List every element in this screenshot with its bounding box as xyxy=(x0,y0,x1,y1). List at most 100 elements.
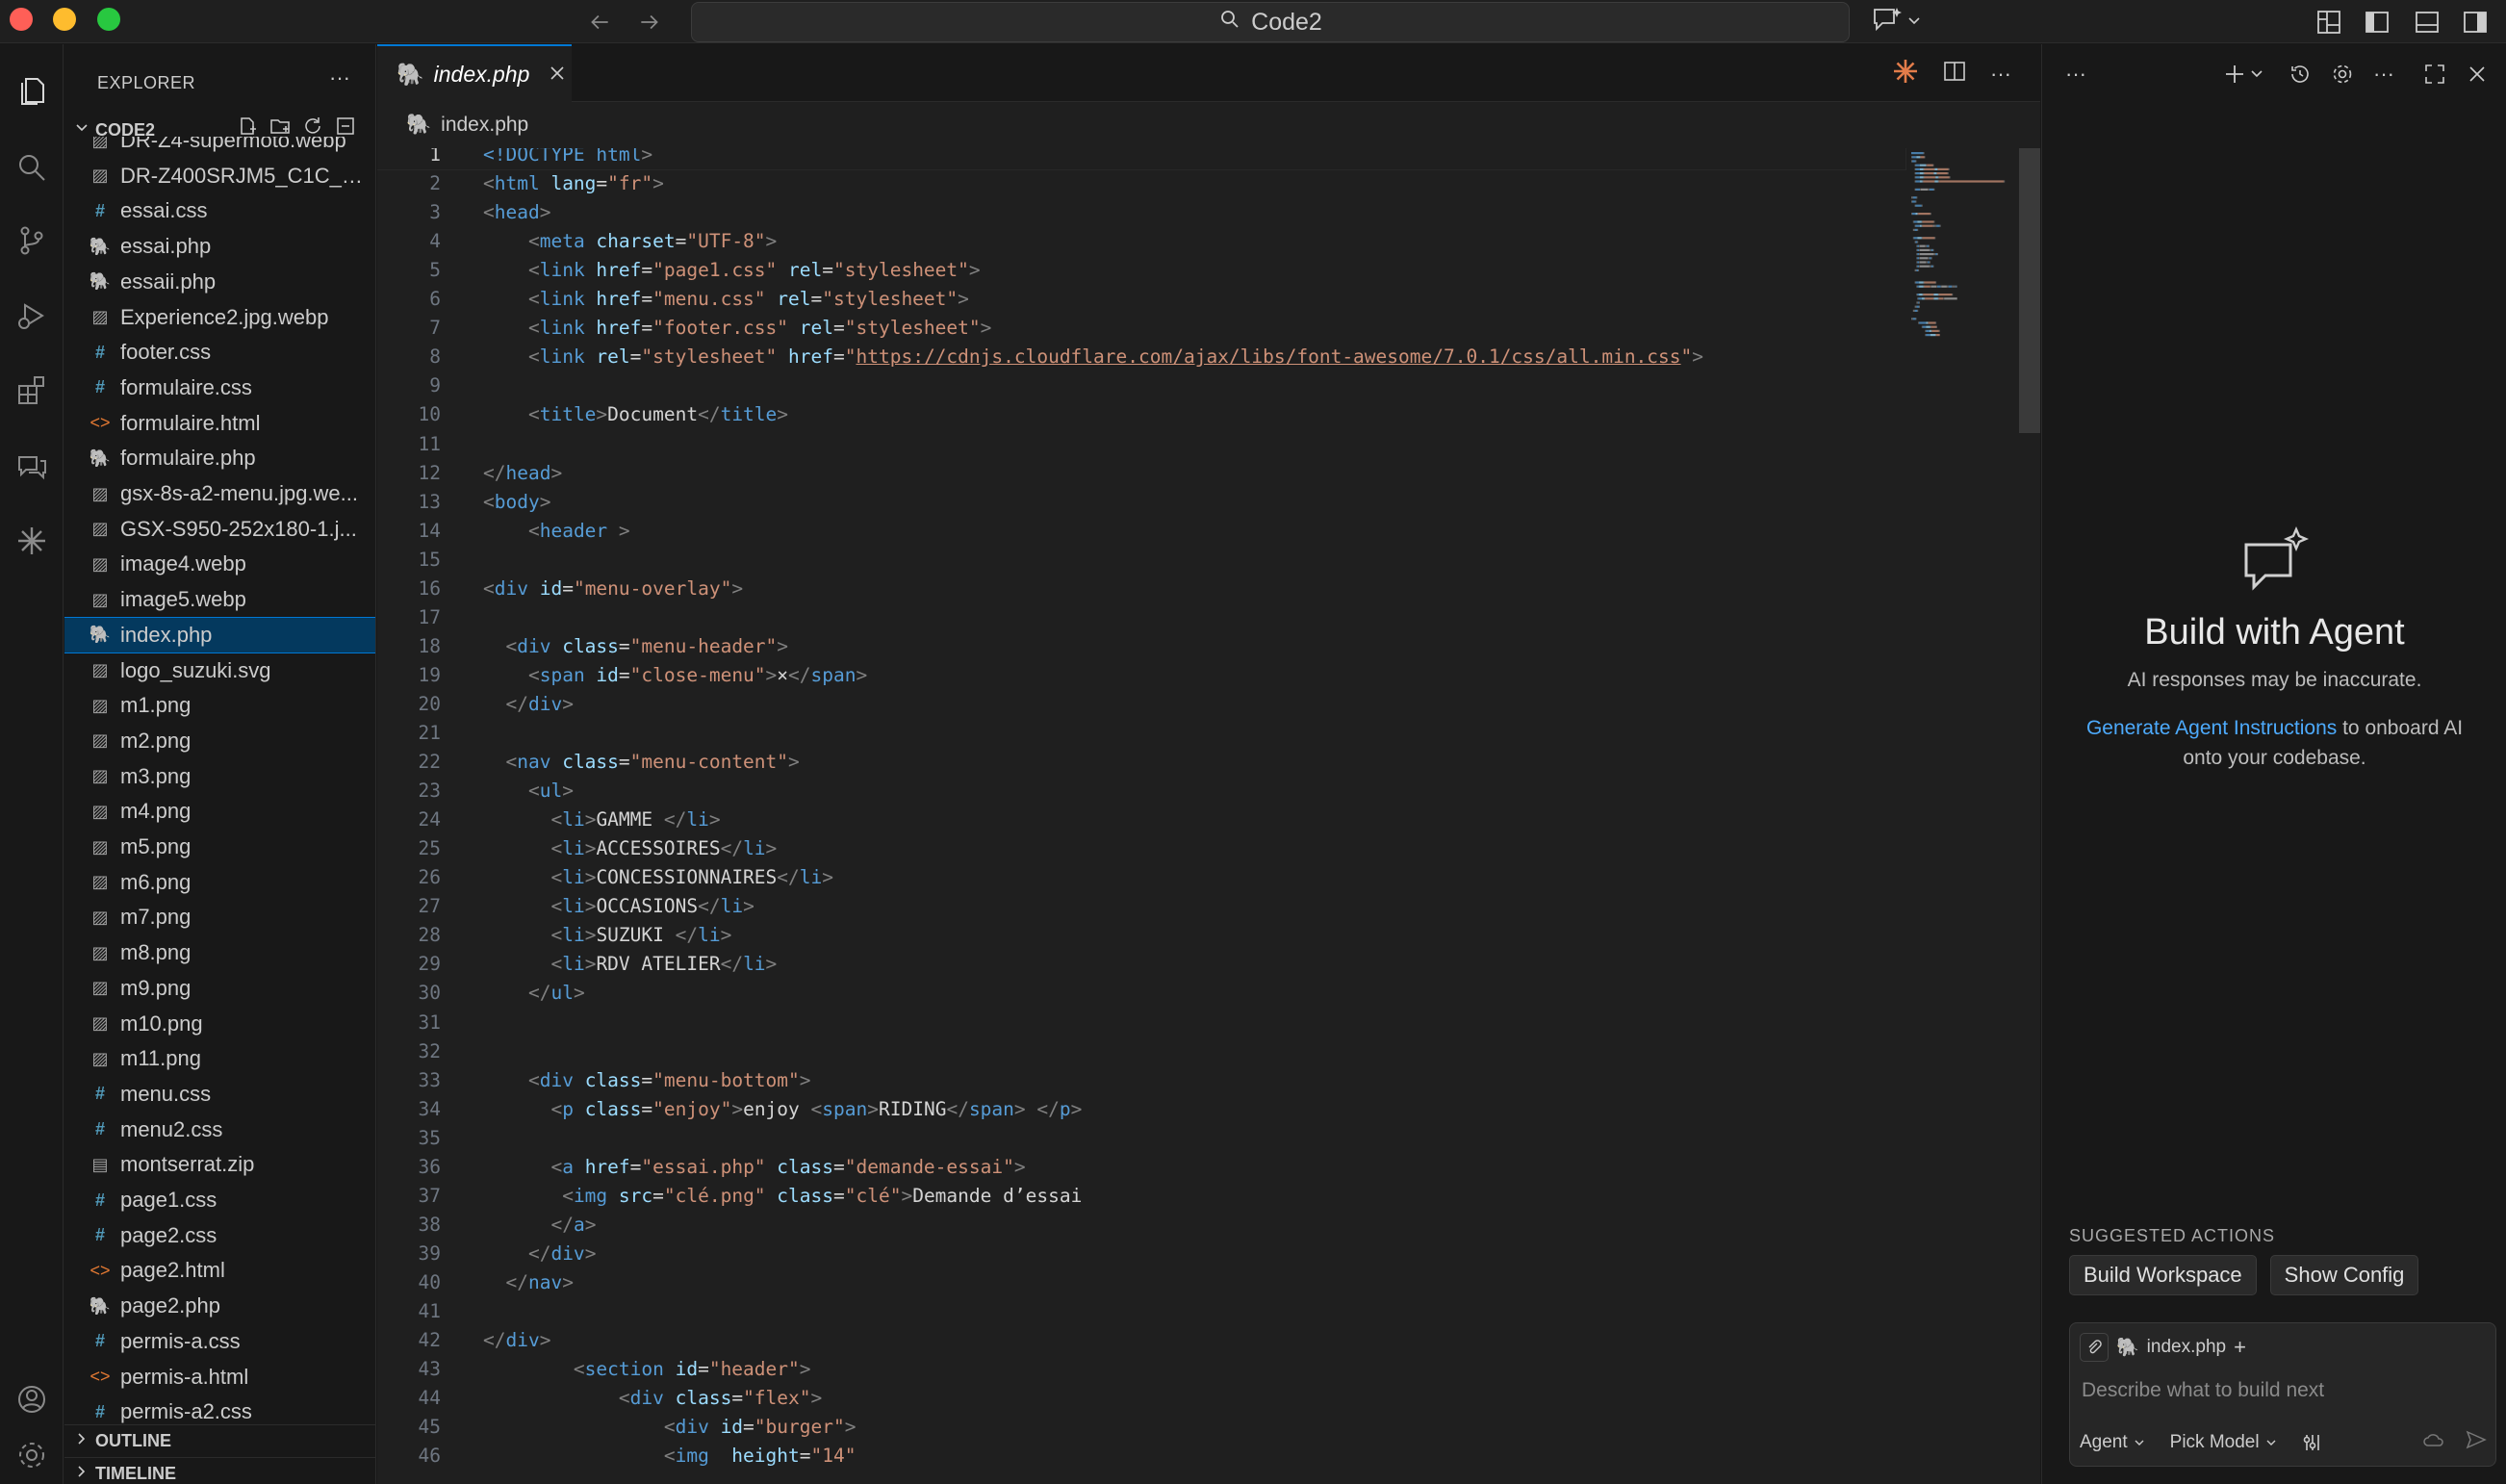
file-item[interactable]: # page1.css xyxy=(64,1183,375,1217)
file-item[interactable]: ▨ m7.png xyxy=(64,900,375,934)
file-item[interactable]: ▨ gsx-8s-a2-menu.jpg.we... xyxy=(64,476,375,511)
code-line[interactable]: 1 <!DOCTYPE html> xyxy=(377,148,1906,170)
more-actions-icon[interactable]: ··· xyxy=(2373,60,2394,89)
code-line[interactable]: 9 xyxy=(377,371,1905,400)
code-line[interactable]: 28 <li>SUZUKI </li> xyxy=(377,921,1905,950)
file-item[interactable]: ▤ montserrat.zip xyxy=(64,1147,375,1182)
code-line[interactable]: 17 xyxy=(377,603,1905,632)
timeline-section-header[interactable]: TIMELINE xyxy=(64,1457,375,1484)
file-item[interactable]: <> page2.html xyxy=(64,1253,375,1288)
accounts-icon[interactable] xyxy=(9,1376,55,1422)
file-item[interactable]: ▨ m11.png xyxy=(64,1041,375,1076)
more-actions-icon[interactable]: ··· xyxy=(2065,60,2086,89)
file-item[interactable]: <> formulaire.html xyxy=(64,406,375,441)
code-line[interactable]: 26 <li>CONCESSIONNAIRES</li> xyxy=(377,863,1905,892)
context-file-chip[interactable]: 🐘 index.php + xyxy=(2116,1333,2246,1362)
claude-sparkle-icon[interactable] xyxy=(1892,58,1919,90)
claude-sparkle-icon[interactable] xyxy=(9,518,55,564)
code-line[interactable]: 34 <p class="enjoy">enjoy <span>RIDING</… xyxy=(377,1095,1905,1124)
tab-index-php[interactable]: 🐘 index.php xyxy=(377,44,572,103)
back-arrow-icon[interactable] xyxy=(583,6,616,38)
file-item[interactable]: ▨ m8.png xyxy=(64,935,375,970)
code-line[interactable]: 22 <nav class="menu-content"> xyxy=(377,748,1905,777)
gear-icon[interactable] xyxy=(9,1432,55,1478)
code-line[interactable]: 42 </div> xyxy=(377,1326,1905,1355)
maximize-icon[interactable] xyxy=(2423,60,2446,89)
window-minimize-button[interactable] xyxy=(53,8,76,31)
file-item[interactable]: # page2.css xyxy=(64,1218,375,1253)
code-line[interactable]: 25 <li>ACCESSOIRES</li> xyxy=(377,834,1905,863)
code-line[interactable]: 2 <html lang="fr"> xyxy=(377,169,1905,198)
code-line[interactable]: 16 <div id="menu-overlay"> xyxy=(377,575,1905,603)
file-item[interactable]: 🐘 essaii.php xyxy=(64,265,375,299)
close-icon[interactable] xyxy=(2468,60,2487,89)
code-line[interactable]: 7 <link href="footer.css" rel="styleshee… xyxy=(377,314,1905,343)
window-close-button[interactable] xyxy=(10,8,33,31)
code-line[interactable]: 41 xyxy=(377,1297,1905,1326)
code-line[interactable]: 11 xyxy=(377,430,1905,459)
code-line[interactable]: 19 <span id="close-menu">×</span> xyxy=(377,661,1905,690)
code-line[interactable]: 43 <section id="header"> xyxy=(377,1355,1905,1384)
file-item[interactable]: ▨ logo_suzuki.svg xyxy=(64,653,375,688)
file-item[interactable]: # essai.css xyxy=(64,193,375,228)
file-item[interactable]: ▨ m4.png xyxy=(64,794,375,829)
extensions-icon[interactable] xyxy=(9,368,55,414)
minimap[interactable] xyxy=(1907,148,2015,495)
code-line[interactable]: 40 </nav> xyxy=(377,1268,1905,1297)
file-item[interactable]: ▨ m2.png xyxy=(64,724,375,758)
file-item[interactable]: # menu.css xyxy=(64,1077,375,1112)
file-item[interactable]: <> permis-a.html xyxy=(64,1360,375,1394)
code-line[interactable]: 20 </div> xyxy=(377,690,1905,719)
code-line[interactable]: 36 <a href="essai.php" class="demande-es… xyxy=(377,1153,1905,1182)
file-item[interactable]: ▨ m6.png xyxy=(64,865,375,900)
close-icon[interactable] xyxy=(549,62,566,88)
file-item[interactable]: 🐘 formulaire.php xyxy=(64,441,375,475)
command-center-search[interactable]: Code2 xyxy=(691,2,1850,42)
outline-section-header[interactable]: OUTLINE xyxy=(64,1424,375,1457)
code-line[interactable]: 38 </a> xyxy=(377,1211,1905,1240)
add-context-icon[interactable]: + xyxy=(2234,1335,2246,1360)
code-line[interactable]: 6 <link href="menu.css" rel="stylesheet"… xyxy=(377,285,1905,314)
mode-picker[interactable]: Agent xyxy=(2080,1432,2145,1453)
file-item[interactable]: ▨ image5.webp xyxy=(64,582,375,617)
code-line[interactable]: 5 <link href="page1.css" rel="stylesheet… xyxy=(377,256,1905,285)
explorer-files-icon[interactable] xyxy=(9,67,55,114)
new-chat-icon[interactable] xyxy=(2223,60,2265,89)
gear-icon[interactable] xyxy=(2331,60,2354,89)
send-icon[interactable] xyxy=(2465,1429,2488,1456)
code-line[interactable]: 3 <head> xyxy=(377,198,1905,227)
chat-toggle-button[interactable] xyxy=(1871,6,1929,38)
code-line[interactable]: 21 xyxy=(377,719,1905,748)
code-line[interactable]: 31 xyxy=(377,1009,1905,1037)
code-line[interactable]: 14 <header > xyxy=(377,517,1905,546)
build-workspace-button[interactable]: Build Workspace xyxy=(2069,1255,2257,1295)
model-picker[interactable]: Pick Model xyxy=(2170,1432,2277,1453)
file-item[interactable]: ▨ m5.png xyxy=(64,830,375,864)
chat-input-box[interactable]: 🐘 index.php + Describe what to build nex… xyxy=(2069,1322,2496,1467)
generate-instructions-link[interactable]: Generate Agent Instructions xyxy=(2086,717,2337,739)
code-line[interactable]: 30 </ul> xyxy=(377,979,1905,1008)
chat-icon[interactable] xyxy=(9,443,55,489)
source-control-icon[interactable] xyxy=(9,217,55,264)
customize-layout-icon[interactable] xyxy=(2314,7,2344,38)
code-line[interactable]: 10 <title>Document</title> xyxy=(377,400,1905,429)
file-item[interactable]: # formulaire.css xyxy=(64,371,375,405)
editor-scrollbar[interactable] xyxy=(2019,148,2040,433)
split-editor-icon[interactable] xyxy=(1942,59,1967,89)
code-line[interactable]: 23 <ul> xyxy=(377,777,1905,806)
file-item[interactable]: # footer.css xyxy=(64,335,375,370)
code-line[interactable]: 45 <div id="burger"> xyxy=(377,1413,1905,1442)
code-line[interactable]: 39 </div> xyxy=(377,1240,1905,1268)
code-line[interactable]: 27 <li>OCCASIONS</li> xyxy=(377,892,1905,921)
code-line[interactable]: 18 <div class="menu-header"> xyxy=(377,632,1905,661)
code-line[interactable]: 15 xyxy=(377,546,1905,575)
file-item[interactable]: ▨ DR-Z400SRJM5_C1C_di... xyxy=(64,159,375,193)
code-line[interactable]: 29 <li>RDV ATELIER</li> xyxy=(377,950,1905,979)
breadcrumb[interactable]: 🐘 index.php xyxy=(406,114,528,137)
code-line[interactable]: 35 xyxy=(377,1124,1905,1153)
code-line[interactable]: 46 <img height="14" xyxy=(377,1442,1905,1471)
attach-icon[interactable] xyxy=(2080,1333,2109,1362)
file-item[interactable]: # menu2.css xyxy=(64,1113,375,1147)
toggle-primary-sidebar-icon[interactable] xyxy=(2362,7,2392,38)
file-item[interactable]: 🐘 essai.php xyxy=(64,229,375,264)
